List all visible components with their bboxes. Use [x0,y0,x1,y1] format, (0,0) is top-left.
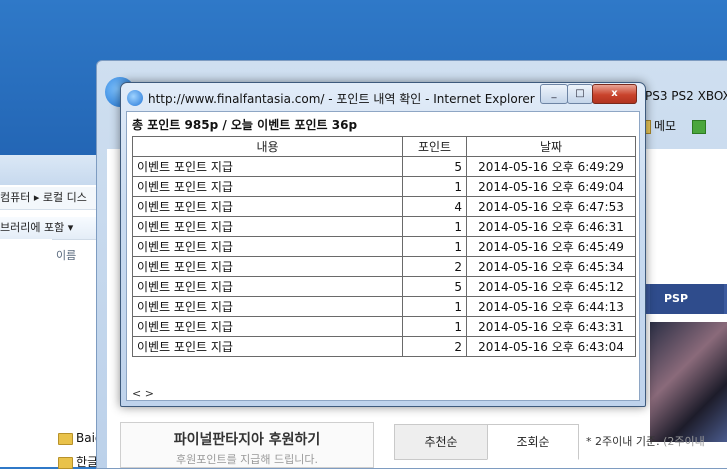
cell-date: 2014-05-16 오후 6:45:12 [466,276,636,297]
horizontal-scroll-arrows[interactable]: < > [132,387,154,400]
cell-points: 2 [402,256,467,277]
cell-date: 2014-05-16 오후 6:47:53 [466,196,636,217]
sort-note-grey: (2주이내 [663,435,705,448]
table-row: 이벤트 포인트 지급 5 2014-05-16 오후 6:45:12 [132,276,636,297]
cell-date: 2014-05-16 오후 6:44:13 [466,296,636,317]
table-row: 이벤트 포인트 지급 2 2014-05-16 오후 6:43:04 [132,336,636,357]
cell-content: 이벤트 포인트 지급 [132,236,403,257]
cell-date: 2014-05-16 오후 6:49:04 [466,176,636,197]
sponsor-banner[interactable]: 파이널판타지아 후원하기 후원포인트를 지급해 드립니다. [120,422,374,468]
close-button[interactable]: x [592,84,637,104]
column-header-name[interactable]: 이름 [56,247,76,263]
cell-points: 1 [402,216,467,237]
sort-note-main: * 2주이내 기준. [586,435,660,448]
file-explorer-window: 컴퓨터 ▸ 로컬 디스 브러리에 포함 ▾ 이름 Baid 한글 [0,155,101,469]
memo-button[interactable]: 메모 [654,119,676,133]
cell-date: 2014-05-16 오후 6:49:29 [466,156,636,177]
sponsor-title: 파이널판타지아 후원하기 [173,432,321,448]
table-row: 이벤트 포인트 지급 1 2014-05-16 오후 6:43:31 [132,316,636,337]
cell-content: 이벤트 포인트 지급 [132,336,403,357]
minimize-button[interactable]: _ [540,84,568,104]
cell-content: 이벤트 포인트 지급 [132,196,403,217]
cell-points: 5 [402,156,467,177]
table-header-row: 내용 포인트 날짜 [132,136,636,157]
internet-explorer-icon[interactable] [127,90,143,106]
cell-points: 1 [402,316,467,337]
sort-note: * 2주이내 기준. (2주이내 [586,433,705,449]
list-item[interactable]: Baid [58,431,100,447]
cell-points: 5 [402,276,467,297]
points-history-popup: http://www.finalfantasia.com/ - 포인트 내역 확… [120,82,646,407]
table-row: 이벤트 포인트 지급 1 2014-05-16 오후 6:45:49 [132,236,636,257]
points-summary: 총 포인트 985p / 오늘 이벤트 포인트 36p [132,118,358,132]
table-row: 이벤트 포인트 지급 1 2014-05-16 오후 6:44:13 [132,296,636,317]
share-icon[interactable] [691,119,706,134]
cell-content: 이벤트 포인트 지급 [132,216,403,237]
cell-date: 2014-05-16 오후 6:46:31 [466,216,636,237]
sponsor-subtitle: 후원포인트를 지급해 드립니다. [175,453,319,466]
maximize-button[interactable]: □ [567,84,593,104]
folder-icon [58,432,73,445]
nav-tab-psp[interactable]: PSP [650,284,724,314]
cell-date: 2014-05-16 오후 6:43:04 [466,336,636,357]
site-platform-menu[interactable]: PS3 PS2 XBOX [645,89,727,103]
cell-points: 4 [402,196,467,217]
table-row: 이벤트 포인트 지급 5 2014-05-16 오후 6:49:29 [132,156,636,177]
tab-recommended[interactable]: 추천순 [394,424,488,460]
cell-content: 이벤트 포인트 지급 [132,256,403,277]
column-header-content: 내용 [132,136,403,157]
cell-points: 1 [402,176,467,197]
cell-date: 2014-05-16 오후 6:45:49 [466,236,636,257]
cell-date: 2014-05-16 오후 6:45:34 [466,256,636,277]
explorer-title-bar[interactable] [0,155,100,185]
cell-date: 2014-05-16 오후 6:43:31 [466,316,636,337]
points-table: 내용 포인트 날짜 이벤트 포인트 지급 5 2014-05-16 오후 6:49:… [132,136,636,357]
table-row: 이벤트 포인트 지급 1 2014-05-16 오후 6:46:31 [132,216,636,237]
tab-views[interactable]: 조회순 [487,424,579,460]
popup-content: 총 포인트 985p / 오늘 이벤트 포인트 36p 내용 포인트 날짜 이벤… [126,111,640,401]
cell-content: 이벤트 포인트 지급 [132,296,403,317]
table-row: 이벤트 포인트 지급 1 2014-05-16 오후 6:49:04 [132,176,636,197]
popup-title: http://www.finalfantasia.com/ - 포인트 내역 확… [148,92,535,106]
toolbar-right: 메모 [637,117,709,134]
include-in-library-button[interactable]: 브러리에 포함 ▾ [0,217,100,240]
cell-points: 2 [402,336,467,357]
cell-content: 이벤트 포인트 지급 [132,176,403,197]
navigation-pane [0,239,52,467]
table-row: 이벤트 포인트 지급 2 2014-05-16 오후 6:45:34 [132,256,636,277]
promo-image[interactable] [650,322,727,442]
breadcrumb[interactable]: 컴퓨터 ▸ 로컬 디스 [0,187,100,210]
column-header-date: 날짜 [466,136,636,157]
column-header-points: 포인트 [402,136,467,157]
cell-content: 이벤트 포인트 지급 [132,316,403,337]
cell-points: 1 [402,236,467,257]
cell-content: 이벤트 포인트 지급 [132,276,403,297]
cell-points: 1 [402,296,467,317]
cell-content: 이벤트 포인트 지급 [132,156,403,177]
table-row: 이벤트 포인트 지급 4 2014-05-16 오후 6:47:53 [132,196,636,217]
